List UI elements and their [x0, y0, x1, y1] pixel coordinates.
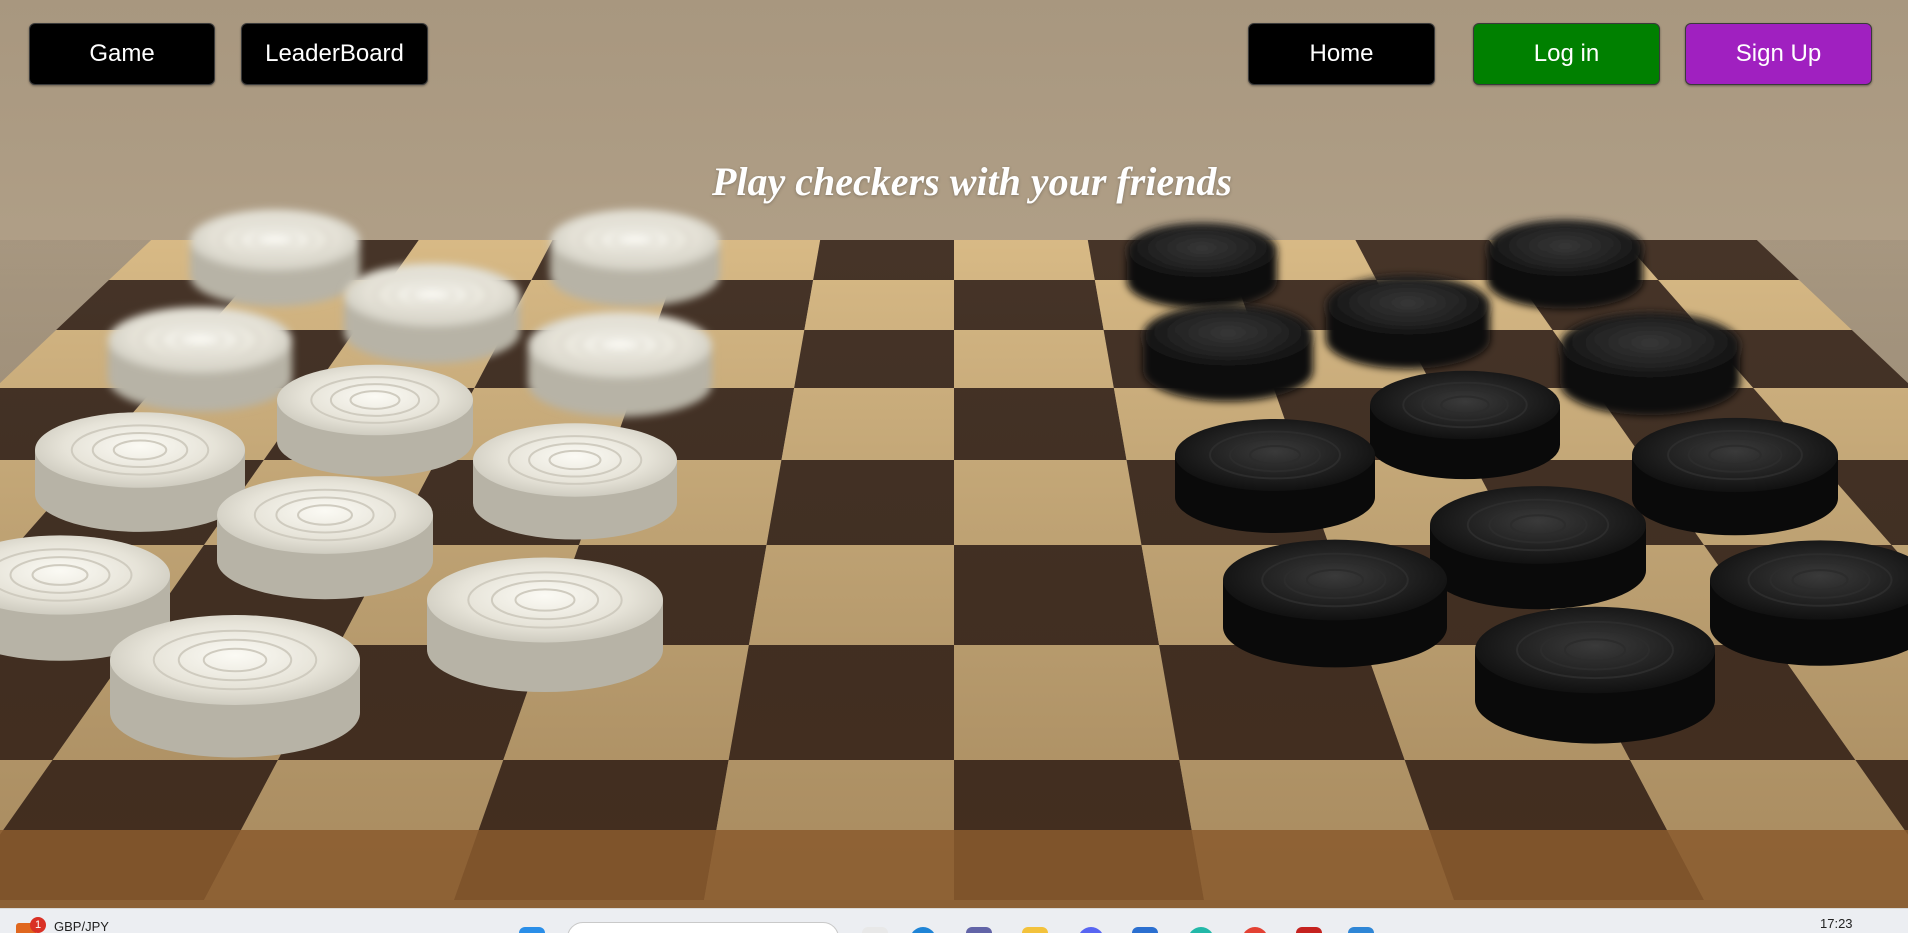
white-checker-piece — [110, 615, 360, 758]
white-checker-piece — [217, 476, 433, 599]
leaderboard-button[interactable]: LeaderBoard — [241, 23, 428, 85]
notification-badge: 1 — [30, 917, 46, 933]
folder-icon[interactable] — [1022, 927, 1048, 933]
login-button[interactable]: Log in — [1473, 23, 1660, 85]
ticker-label[interactable]: GBP/JPY — [54, 919, 109, 933]
checkers-board-image — [0, 0, 1908, 908]
edge-icon[interactable] — [910, 927, 936, 933]
hero-tagline: Play checkers with your friends — [0, 158, 1908, 205]
game-button[interactable]: Game — [29, 23, 215, 85]
white-checker-piece — [108, 307, 292, 412]
home-button[interactable]: Home — [1248, 23, 1435, 85]
gmail-icon[interactable] — [1296, 927, 1322, 933]
white-checker-piece — [528, 312, 712, 417]
windows-start-icon[interactable] — [519, 927, 545, 933]
black-checker-piece — [1127, 223, 1277, 309]
black-checker-piece — [1175, 419, 1375, 533]
white-checker-piece — [427, 558, 663, 693]
black-checker-piece — [1326, 275, 1490, 368]
windows-taskbar: 1 GBP/JPY 17:23 — [0, 908, 1908, 933]
chrome-icon[interactable] — [1242, 927, 1268, 933]
white-checker-piece — [190, 209, 360, 306]
black-checker-piece — [1475, 607, 1715, 744]
white-checker-piece — [35, 412, 245, 532]
black-checker-piece — [1560, 313, 1740, 416]
browser-icon[interactable] — [1188, 927, 1214, 933]
white-checker-piece — [550, 209, 720, 306]
black-checker-piece — [1430, 486, 1646, 609]
black-checker-piece — [1143, 304, 1313, 401]
white-checker-piece — [344, 263, 520, 363]
taskbar-clock: 17:23 — [1820, 916, 1853, 931]
black-checker-piece — [1710, 540, 1908, 665]
checkers-hero-background — [0, 0, 1908, 908]
signup-button[interactable]: Sign Up — [1685, 23, 1872, 85]
white-checker-piece — [473, 423, 677, 539]
black-checker-piece — [1370, 371, 1560, 479]
black-checker-piece — [1487, 220, 1643, 309]
discord-icon[interactable] — [1078, 927, 1104, 933]
white-checker-piece — [277, 365, 473, 477]
black-checker-piece — [1223, 540, 1447, 668]
file-icon[interactable] — [862, 927, 888, 933]
vscode-icon[interactable] — [1348, 927, 1374, 933]
teams-icon[interactable] — [966, 927, 992, 933]
taskbar-search-input[interactable] — [567, 922, 839, 933]
store-icon[interactable] — [1132, 927, 1158, 933]
black-checker-piece — [1632, 418, 1838, 535]
